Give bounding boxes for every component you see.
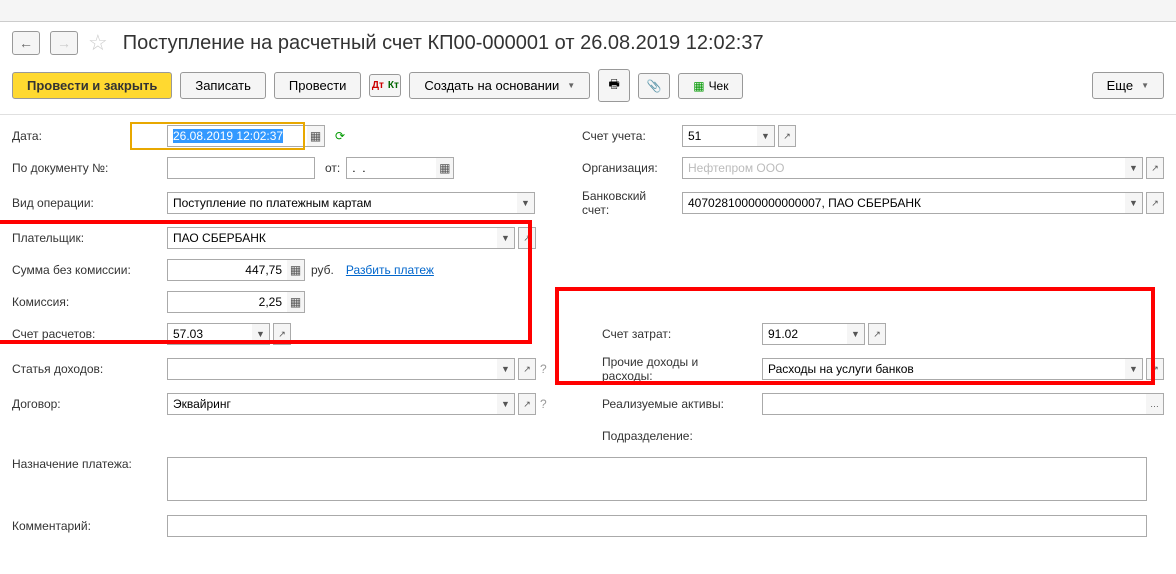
nav-back-button[interactable]: ← (12, 31, 40, 55)
sum-input[interactable] (167, 259, 287, 281)
commission-calc-button[interactable]: ▦ (287, 291, 305, 313)
doc-from-picker-button[interactable]: ▦ (436, 157, 454, 179)
date-picker-button[interactable]: ▦ (307, 125, 325, 147)
expense-account-label: Счет затрат: (602, 327, 762, 341)
date-input[interactable]: 26.08.2019 12:02:37 (167, 125, 307, 147)
other-income-open-button[interactable]: ↗ (1146, 358, 1164, 380)
calculator-icon: ▦ (290, 295, 301, 309)
income-item-open-button[interactable]: ↗ (518, 358, 536, 380)
sum-label: Сумма без комиссии: (12, 263, 167, 277)
comment-label: Комментарий: (12, 519, 167, 533)
contract-label: Договор: (12, 397, 167, 411)
help-icon[interactable]: ? (540, 362, 547, 376)
division-label: Подразделение: (602, 429, 762, 443)
settle-account-open-button[interactable]: ↗ (273, 323, 291, 345)
expense-account-dropdown-button[interactable]: ▼ (847, 323, 865, 345)
settle-account-label: Счет расчетов: (12, 327, 167, 341)
create-based-button[interactable]: Создать на основании (409, 72, 590, 99)
attach-button[interactable]: 📎 (638, 73, 670, 99)
sold-assets-input[interactable] (762, 393, 1146, 415)
income-item-input[interactable] (167, 358, 497, 380)
org-open-button[interactable]: ↗ (1146, 157, 1164, 179)
account-open-button[interactable]: ↗ (778, 125, 796, 147)
op-type-dropdown-button[interactable]: ▼ (517, 192, 535, 214)
bank-account-dropdown-button[interactable]: ▼ (1125, 192, 1143, 214)
expense-account-input[interactable] (762, 323, 847, 345)
income-item-dropdown-button[interactable]: ▼ (497, 358, 515, 380)
org-input[interactable]: Нефтепром ООО (682, 157, 1125, 179)
post-button[interactable]: Провести (274, 72, 362, 99)
sum-calc-button[interactable]: ▦ (287, 259, 305, 281)
purpose-textarea[interactable] (167, 457, 1147, 501)
settle-account-dropdown-button[interactable]: ▼ (252, 323, 270, 345)
org-label: Организация: (582, 161, 682, 175)
contract-dropdown-button[interactable]: ▼ (497, 393, 515, 415)
help-icon[interactable]: ? (540, 397, 547, 411)
expense-account-open-button[interactable]: ↗ (868, 323, 886, 345)
other-income-input[interactable] (762, 358, 1125, 380)
top-panel (0, 0, 1176, 22)
bank-account-input[interactable] (682, 192, 1125, 214)
header-row: ← → ☆ Поступление на расчетный счет КП00… (0, 22, 1176, 64)
org-dropdown-button[interactable]: ▼ (1125, 157, 1143, 179)
doc-num-label: По документу №: (12, 161, 167, 175)
commission-input[interactable] (167, 291, 287, 313)
payer-open-button[interactable]: ↗ (518, 227, 536, 249)
refresh-icon[interactable]: ⟳ (335, 129, 345, 143)
form-area: Дата: 26.08.2019 12:02:37 ▦ ⟳ Счет учета… (0, 115, 1176, 557)
nav-forward-button[interactable]: → (50, 31, 78, 55)
check-button[interactable]: ▦ Чек (678, 73, 743, 99)
doc-num-input[interactable] (167, 157, 315, 179)
main-toolbar: Провести и закрыть Записать Провести ДтК… (0, 64, 1176, 115)
op-type-label: Вид операции: (12, 196, 167, 210)
settle-account-input[interactable] (167, 323, 252, 345)
dt-kt-button[interactable]: ДтКт (369, 74, 401, 97)
doc-from-input[interactable] (346, 157, 436, 179)
calendar-icon: ▦ (310, 129, 321, 143)
save-button[interactable]: Записать (180, 72, 266, 99)
post-and-close-button[interactable]: Провести и закрыть (12, 72, 172, 99)
commission-label: Комиссия: (12, 295, 167, 309)
payer-input[interactable] (167, 227, 497, 249)
receipt-icon: ▦ (693, 79, 704, 93)
account-label: Счет учета: (582, 129, 682, 143)
bank-account-label: Банковский счет: (582, 189, 682, 217)
contract-open-button[interactable]: ↗ (518, 393, 536, 415)
sum-unit: руб. (311, 263, 334, 277)
contract-input[interactable] (167, 393, 497, 415)
print-icon: 🖶 (609, 75, 620, 96)
date-label: Дата: (12, 129, 167, 143)
more-button[interactable]: Еще (1092, 72, 1164, 99)
bank-account-open-button[interactable]: ↗ (1146, 192, 1164, 214)
comment-input[interactable] (167, 515, 1147, 537)
payer-label: Плательщик: (12, 231, 167, 245)
income-item-label: Статья доходов: (12, 362, 167, 376)
op-type-input[interactable] (167, 192, 517, 214)
split-payment-link[interactable]: Разбить платеж (346, 263, 434, 277)
other-income-label: Прочие доходы и расходы: (602, 355, 762, 383)
sold-assets-more-button[interactable]: … (1146, 393, 1164, 415)
account-dropdown-button[interactable]: ▼ (757, 125, 775, 147)
other-income-dropdown-button[interactable]: ▼ (1125, 358, 1143, 380)
print-button[interactable]: 🖶 (598, 69, 630, 102)
payer-dropdown-button[interactable]: ▼ (497, 227, 515, 249)
calculator-icon: ▦ (290, 263, 301, 277)
paperclip-icon: 📎 (647, 79, 662, 93)
doc-from-label: от: (325, 161, 340, 175)
purpose-label: Назначение платежа: (12, 457, 167, 471)
account-input[interactable] (682, 125, 757, 147)
sold-assets-label: Реализуемые активы: (602, 397, 762, 411)
favorite-star-icon[interactable]: ☆ (88, 30, 108, 56)
page-title: Поступление на расчетный счет КП00-00000… (123, 32, 764, 55)
calendar-icon: ▦ (439, 161, 450, 175)
